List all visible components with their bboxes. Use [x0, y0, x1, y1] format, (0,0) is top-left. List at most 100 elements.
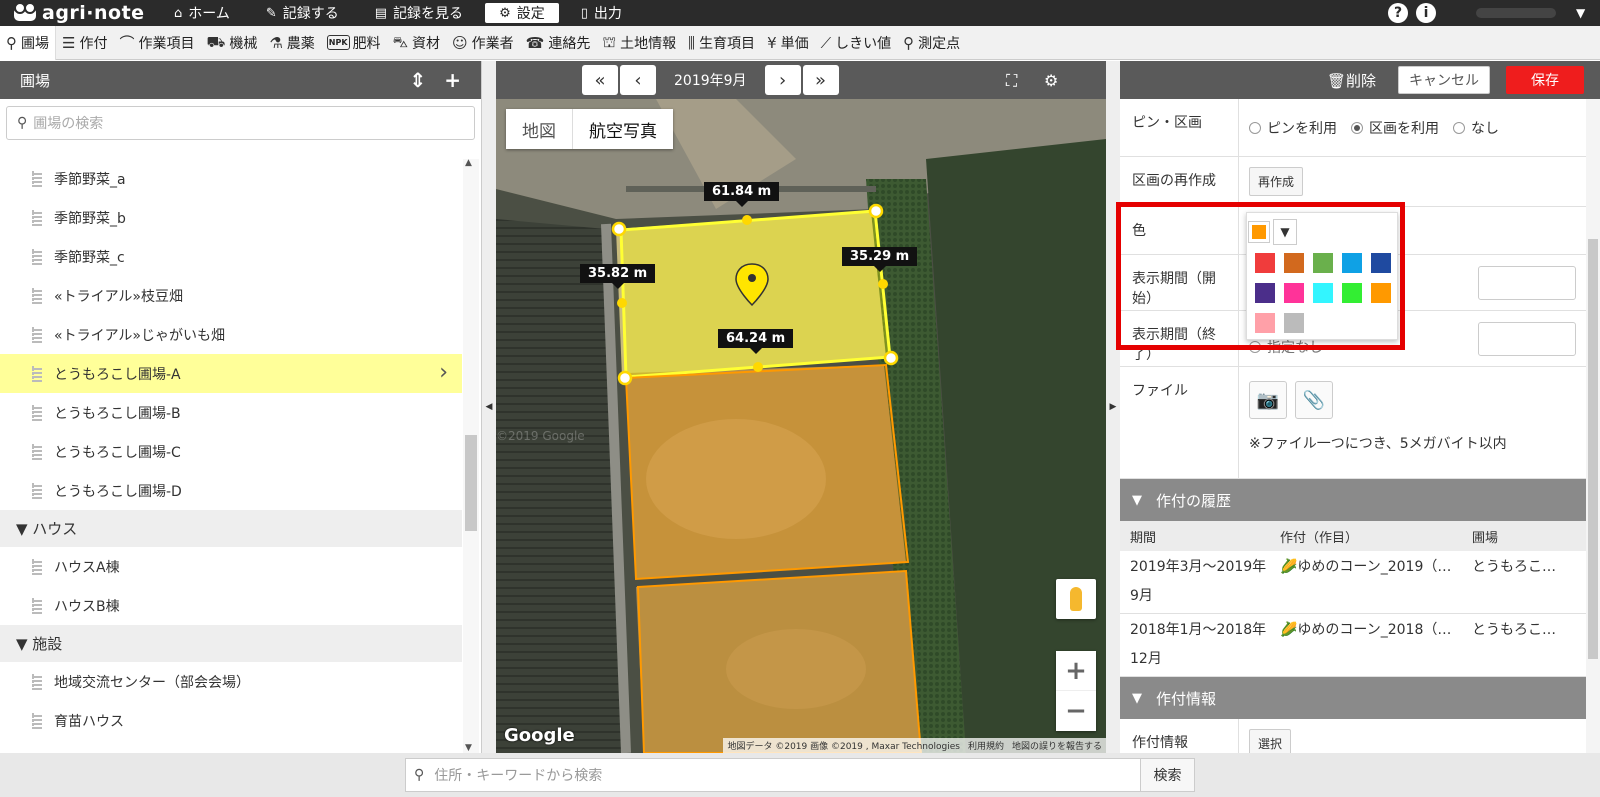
pin-option-1[interactable]: 区画を利用 [1351, 118, 1439, 138]
drag-handle-icon[interactable] [32, 209, 42, 226]
app-logo[interactable]: agri·note [0, 2, 160, 24]
next-year-button[interactable]: » [802, 65, 839, 95]
subnav-item-0[interactable]: ⚲ 圃場 [0, 25, 56, 60]
subnav-item-6[interactable]: ⛍ 資材 [387, 26, 446, 60]
field-list-item[interactable]: «トライアル»枝豆畑 [0, 276, 462, 315]
terms-link[interactable]: 利用規約 [968, 739, 1004, 752]
recreate-button[interactable]: 再作成 [1249, 167, 1304, 196]
drag-handle-icon[interactable] [32, 248, 42, 265]
info-icon[interactable]: i [1416, 3, 1436, 23]
map-type-satellite[interactable]: 航空写真 [572, 109, 673, 149]
radio-button[interactable] [1249, 121, 1261, 134]
collapse-left-icon[interactable]: ◀ [482, 61, 496, 753]
history-section-header[interactable]: ▼ 作付の履歴 [1120, 479, 1586, 521]
pin-option-0[interactable]: ピンを利用 [1249, 118, 1337, 138]
field-list-item[interactable]: とうもろこし圃場-D [0, 471, 462, 510]
topnav-4[interactable]: ▯ 出力 [567, 3, 636, 23]
field-list-item[interactable]: «トライアル»じゃがいも畑 [0, 315, 462, 354]
midpoint-handle[interactable] [878, 279, 888, 289]
vertex-handle[interactable] [868, 203, 884, 219]
drag-handle-icon[interactable] [32, 365, 42, 382]
radio-button[interactable] [1351, 121, 1363, 134]
field-list-item[interactable]: とうもろこし圃場-A [0, 354, 462, 393]
detail-scroll-thumb[interactable] [1588, 239, 1598, 659]
field-list-item[interactable]: 季節野菜_c [0, 237, 462, 276]
camera-icon[interactable]: 📷 [1249, 381, 1287, 419]
drag-handle-icon[interactable] [32, 558, 42, 575]
next-month-button[interactable]: › [764, 65, 801, 95]
field-polygon-b[interactable] [624, 363, 910, 581]
subnav-item-2[interactable]: ⌒ 作業項目 [113, 26, 200, 60]
fullscreen-icon[interactable]: ⛶ [1006, 71, 1017, 91]
pin-option-2[interactable]: なし [1453, 118, 1499, 138]
zoom-in-button[interactable]: + [1056, 651, 1096, 691]
field-group[interactable]: ▼ 施設 [0, 625, 462, 662]
subnav-item-4[interactable]: ⚗ 農薬 [263, 26, 320, 60]
field-list-item[interactable]: ハウスB棟 [0, 586, 462, 625]
address-search-button[interactable]: 検索 [1140, 759, 1194, 791]
drag-handle-icon[interactable] [32, 326, 42, 343]
satellite-map[interactable]: 地図 航空写真 61.84 m 35.82 m 35.29 m 64.24 m … [496, 99, 1106, 753]
drag-handle-icon[interactable] [32, 404, 42, 421]
paperclip-icon[interactable]: 📎 [1295, 381, 1333, 419]
vertex-handle[interactable] [611, 221, 627, 237]
subnav-item-5[interactable]: NPK 肥料 [321, 26, 387, 60]
field-list-item[interactable]: 育苗ハウス [0, 701, 462, 740]
user-name-blurred[interactable] [1476, 8, 1556, 18]
map-type-map[interactable]: 地図 [506, 109, 572, 149]
drag-handle-icon[interactable] [32, 597, 42, 614]
subnav-item-7[interactable]: ☺ 作業者 [446, 26, 520, 60]
history-row[interactable]: 2019年3月～2019年9月 🌽ゆめのコーン_2019（… とうもろこ… [1120, 551, 1586, 614]
drag-handle-icon[interactable] [32, 170, 42, 187]
topnav-1[interactable]: ✎ 記録する [252, 3, 353, 23]
zoom-out-button[interactable]: − [1056, 691, 1096, 731]
scroll-down-icon[interactable]: ▼ [465, 743, 472, 753]
detail-scrollbar[interactable] [1586, 99, 1600, 753]
street-view-pegman-icon[interactable] [1056, 579, 1096, 619]
save-button[interactable]: 保存 [1506, 66, 1584, 94]
midpoint-handle[interactable] [753, 362, 763, 372]
field-list-item[interactable]: 地域交流センター（部会会場） [0, 662, 462, 701]
report-error-link[interactable]: 地図の誤りを報告する [1012, 739, 1102, 752]
field-list-item[interactable]: ハウスA棟 [0, 547, 462, 586]
delete-button[interactable]: 🗑削除 [1327, 70, 1376, 91]
topnav-2[interactable]: ▤ 記録を見る [361, 3, 477, 23]
field-group[interactable]: ▼ ハウス [0, 510, 462, 547]
history-row[interactable]: 2018年1月～2018年12月 🌽ゆめのコーン_2018（… とうもろこ… [1120, 614, 1586, 677]
add-icon[interactable]: + [444, 68, 461, 92]
subnav-item-1[interactable]: ☰ 作付 [56, 26, 113, 60]
drag-handle-icon[interactable] [32, 673, 42, 690]
topnav-3[interactable]: ⚙ 設定 [485, 3, 559, 23]
chevron-down-icon[interactable]: ▼ [1576, 6, 1590, 20]
scroll-up-icon[interactable]: ▲ [465, 158, 472, 168]
map-settings-gear-icon[interactable]: ⚙ [1044, 71, 1058, 90]
prev-month-button[interactable]: ‹ [620, 65, 656, 95]
vertex-handle[interactable] [617, 370, 633, 386]
subnav-item-10[interactable]: ⫼ 生育項目 [682, 26, 761, 60]
sort-icon[interactable]: ⇕ [409, 68, 426, 92]
subnav-item-8[interactable]: ☎ 連絡先 [520, 26, 597, 60]
field-list-item[interactable]: 季節野菜_a [0, 159, 462, 198]
field-list-item[interactable]: とうもろこし圃場-B [0, 393, 462, 432]
radio-button[interactable] [1453, 121, 1465, 134]
drag-handle-icon[interactable] [32, 712, 42, 729]
subnav-item-12[interactable]: ⟋ しきい値 [815, 26, 898, 60]
drag-handle-icon[interactable] [32, 287, 42, 304]
drag-handle-icon[interactable] [32, 443, 42, 460]
subnav-item-11[interactable]: ¥ 単価 [761, 26, 815, 60]
end-date-input[interactable] [1478, 322, 1576, 356]
start-date-input[interactable] [1478, 265, 1576, 300]
select-crop-button[interactable]: 選択 [1249, 729, 1292, 753]
drag-handle-icon[interactable] [32, 482, 42, 499]
midpoint-handle[interactable] [742, 215, 752, 225]
address-search-input[interactable]: ⚲ 住所・キーワードから検索 検索 [405, 758, 1195, 792]
field-list-item[interactable]: 季節野菜_b [0, 198, 462, 237]
prev-year-button[interactable]: « [582, 65, 618, 95]
midpoint-handle[interactable] [617, 298, 627, 308]
collapse-right-icon[interactable]: ▶ [1106, 61, 1120, 753]
topnav-0[interactable]: ⌂ ホーム [160, 3, 244, 23]
help-icon[interactable]: ? [1388, 3, 1408, 23]
subnav-item-9[interactable]: ⛫ 土地情報 [596, 26, 682, 60]
field-list-scroll-thumb[interactable] [465, 435, 477, 531]
field-list-scrollbar[interactable]: ▲ ▼ [463, 158, 479, 753]
